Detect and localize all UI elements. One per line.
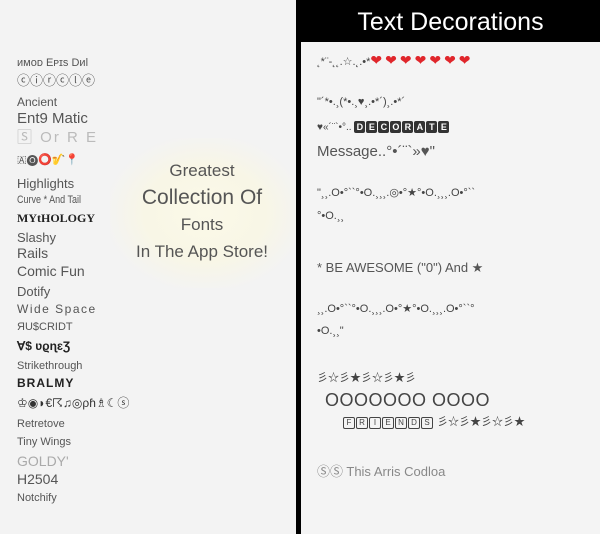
- decoration-text: ♥«´¨`•°..: [317, 122, 352, 133]
- font-style-panel: ᴎᴍᴏᴅ Eᴩɪs Dᴎl ⓒⓘⓡⓒⓛⓔ Ancient Ent9 Matic …: [0, 0, 300, 534]
- promo-banner: Greatest Collection Of Fonts In The App …: [112, 150, 292, 260]
- boxed-letter: A: [414, 121, 426, 133]
- font-style-item[interactable]: Rails: [17, 246, 48, 260]
- font-style-item[interactable]: ∀$ ʋϱɳɛƷ: [17, 340, 70, 352]
- promo-line: Collection Of: [141, 186, 263, 209]
- font-style-item[interactable]: Highlights: [17, 177, 74, 190]
- font-style-item[interactable]: ♔◉◗€☈♫◎ρɦ♗☾ⓢ: [17, 397, 129, 409]
- decoration-text: ˛*¨-˛˛.☆.˛.•*: [317, 56, 371, 68]
- decoration-text: 彡☆彡★彡☆彡★: [437, 416, 526, 428]
- font-style-item[interactable]: Strikethrough: [17, 361, 82, 372]
- font-style-item[interactable]: ⓒⓘⓡⓒⓛⓔ: [17, 74, 95, 87]
- font-style-item[interactable]: Notchify: [17, 493, 57, 504]
- boxed-letter: I: [369, 417, 381, 429]
- font-style-item[interactable]: Retretove: [17, 419, 65, 430]
- font-style-item[interactable]: Wide Space: [17, 303, 97, 315]
- text-decorations-panel: Text Decorations ˛*¨-˛˛.☆.˛.•*❤❤❤❤❤❤❤ "´…: [301, 0, 600, 534]
- boxed-letter: E: [438, 121, 450, 133]
- decoration-item[interactable]: 彡☆彡★彡☆彡★彡: [317, 373, 416, 384]
- decoration-item[interactable]: °•O.¸¸: [317, 211, 344, 222]
- decoration-item[interactable]: ♥«´¨`•°.. DECORATE: [317, 121, 450, 133]
- friends-boxed-word: FRIENDS: [343, 416, 437, 429]
- boxed-letter: T: [426, 121, 438, 133]
- promo-line: In The App Store!: [136, 242, 268, 261]
- font-style-item[interactable]: Tiny Wings: [17, 437, 71, 448]
- font-style-item[interactable]: Curve * And Tail: [17, 195, 81, 206]
- font-style-item[interactable]: ЯU$CRIDT: [17, 322, 73, 333]
- boxed-letter: R: [356, 417, 368, 429]
- boxed-letter: F: [343, 417, 355, 429]
- font-style-item[interactable]: 🅂 Or R E: [17, 130, 98, 145]
- decorate-boxed-word: DECORATE: [354, 121, 450, 133]
- heart-icon: ❤❤❤❤❤❤❤: [370, 52, 474, 68]
- boxed-letter: O: [390, 121, 402, 133]
- decoration-item[interactable]: FRIENDS 彡☆彡★彡☆彡★: [343, 417, 525, 429]
- boxed-letter: D: [354, 121, 366, 133]
- decoration-item[interactable]: "¸¸.O•°``°•O.¸¸¸.◎•°★°•O.¸¸¸.O•°``: [317, 188, 475, 199]
- promo-line: Greatest: [169, 161, 235, 180]
- boxed-letter: E: [382, 417, 394, 429]
- font-style-item[interactable]: GOLDY': [17, 454, 69, 468]
- page-title: Text Decorations: [301, 0, 600, 42]
- boxed-letter: S: [421, 417, 433, 429]
- boxed-letter: C: [378, 121, 390, 133]
- decoration-item[interactable]: "´*•.¸(*•.¸♥¸.•*´)¸.•*´: [317, 97, 405, 108]
- font-style-item[interactable]: Ent9 Matic: [17, 111, 88, 126]
- font-style-item[interactable]: Comic Fun: [17, 264, 85, 278]
- decoration-item[interactable]: Message..°•´¨`»♥": [317, 144, 435, 159]
- decoration-item[interactable]: * BE AWESOME ("0") And ★: [317, 261, 483, 274]
- font-style-item[interactable]: ᴎᴍᴏᴅ Eᴩɪs Dᴎl: [17, 58, 88, 69]
- font-style-item[interactable]: Ancient: [17, 96, 57, 108]
- font-style-item[interactable]: Dotify: [17, 285, 50, 298]
- decoration-item[interactable]: •O.¸¸": [317, 326, 344, 337]
- font-style-item[interactable]: BRALMY: [17, 377, 74, 389]
- font-style-item[interactable]: Slashy: [17, 231, 56, 244]
- font-style-item[interactable]: MYtHOLOGY: [17, 212, 95, 224]
- boxed-letter: E: [366, 121, 378, 133]
- font-style-item[interactable]: H2504: [17, 472, 58, 486]
- promo-line: Fonts: [180, 215, 224, 234]
- font-style-item[interactable]: 🇦🅞⭕🎷📍: [17, 155, 79, 166]
- decoration-item[interactable]: ¸¸.O•°``°•O.¸¸¸.O•°★°•O.¸¸¸.O•°``°: [317, 304, 475, 315]
- boxed-letter: D: [408, 417, 420, 429]
- decoration-item[interactable]: ˛*¨-˛˛.☆.˛.•*❤❤❤❤❤❤❤: [317, 53, 474, 68]
- boxed-letter: N: [395, 417, 407, 429]
- decoration-item[interactable]: ⓈⓈ This Arris Codloa: [317, 465, 445, 478]
- boxed-letter: R: [402, 121, 414, 133]
- decoration-item[interactable]: OOOOOOO OOOO: [325, 391, 490, 409]
